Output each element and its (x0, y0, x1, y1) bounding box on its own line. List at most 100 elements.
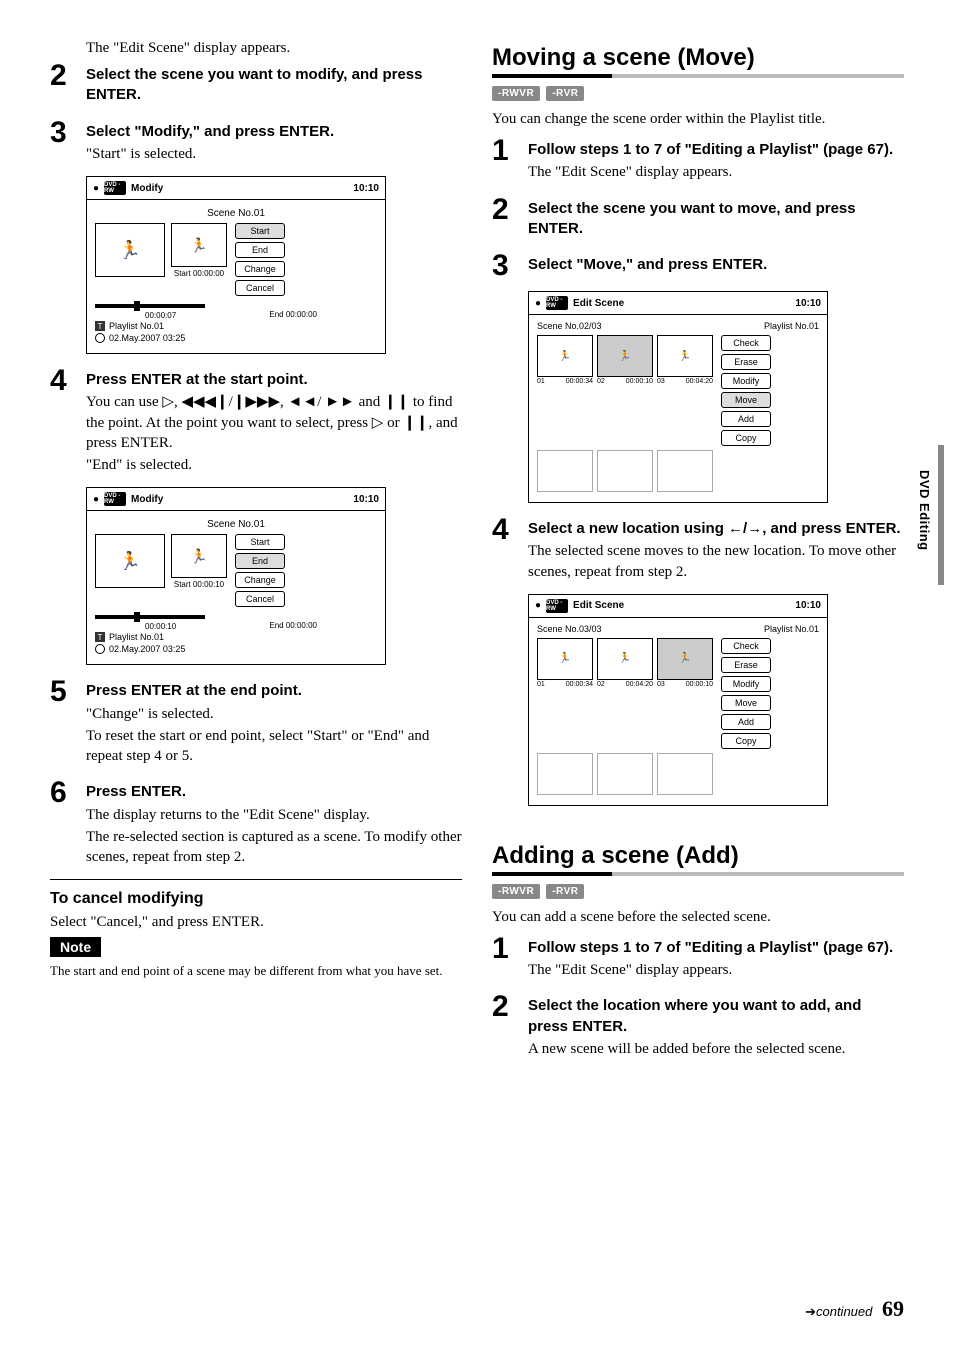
m-step-4-body: The selected scene moves to the new loca… (528, 541, 904, 582)
step-5-l1: "Change" is selected. (86, 704, 462, 724)
ssb-btn-erase[interactable]: Erase (721, 657, 771, 673)
divider (50, 879, 462, 880)
ssb-clock: 10:10 (795, 600, 821, 611)
ssa-thumb-1[interactable]: 🏃 (537, 335, 593, 377)
step-3-bold: Select "Modify," and press ENTER. (86, 122, 462, 142)
ssa-btn-add[interactable]: Add (721, 411, 771, 427)
ss1-timeline (95, 304, 205, 308)
ssa-btn-copy[interactable]: Copy (721, 430, 771, 446)
ssb-empty-1 (537, 753, 593, 795)
ssa-empty-1 (537, 450, 593, 492)
continued-label: continued (816, 1304, 872, 1319)
cancel-body: Select "Cancel," and press ENTER. (50, 914, 462, 931)
page-number: 69 (882, 1296, 904, 1321)
step-6-l1: The display returns to the "Edit Scene" … (86, 805, 462, 825)
ssb-sceneno: Scene No.03/03 (537, 624, 602, 634)
m-step-3-bold: Select "Move," and press ENTER. (528, 255, 904, 275)
a-step-1-body: The "Edit Scene" display appears. (528, 960, 904, 980)
step-4-num: 4 (50, 366, 86, 477)
ss1-btn-end[interactable]: End (235, 242, 285, 258)
m-step-2-bold: Select the scene you want to move, and p… (528, 199, 904, 240)
ss2-btn-start[interactable]: Start (235, 534, 285, 550)
heading-rule (492, 74, 904, 78)
ss1-btn-change[interactable]: Change (235, 261, 285, 277)
ssb-thumb-1[interactable]: 🏃 (537, 638, 593, 680)
ssa-empty-3 (657, 450, 713, 492)
ss1-btn-start[interactable]: Start (235, 223, 285, 239)
edit-scene-screen-a: ● DVD -RW Edit Scene 10:10 Scene No.02/0… (528, 291, 828, 503)
step-6-l2: The re-selected section is captured as a… (86, 827, 462, 868)
step-6-num: 6 (50, 778, 86, 869)
ssb-btn-check[interactable]: Check (721, 638, 771, 654)
ss1-btn-cancel[interactable]: Cancel (235, 280, 285, 296)
prev-icon: ◄◄ (288, 393, 318, 410)
ss1-end-label: End 00:00:00 (95, 310, 317, 319)
m-step-1-body: The "Edit Scene" display appears. (528, 162, 904, 182)
ss2-clock: 10:10 (353, 494, 379, 505)
title-icon: T (95, 321, 105, 331)
moving-intro: You can change the scene order within th… (492, 111, 904, 128)
step-4-bold: Press ENTER at the start point. (86, 370, 462, 390)
intro-text: The "Edit Scene" display appears. (86, 40, 462, 57)
ssb-thumb-2[interactable]: 🏃 (597, 638, 653, 680)
m-step-2-num: 2 (492, 195, 528, 242)
adding-heading: Adding a scene (Add) (492, 842, 904, 870)
ss1-thumb-main: 🏃 (95, 223, 165, 277)
modify-screen-1: ● DVD -RW Modify 10:10 Scene No.01 🏃 🏃 S… (86, 176, 386, 354)
ss2-start-label: Start 00:00:10 (171, 580, 227, 589)
rec-icon: ● (535, 298, 541, 309)
pause-icon: ❙❙ (384, 393, 409, 410)
ssa-pl: Playlist No.01 (764, 321, 819, 331)
cancel-heading: To cancel modifying (50, 890, 462, 908)
ssb-empty-2 (597, 753, 653, 795)
ss2-btn-end[interactable]: End (235, 553, 285, 569)
ssa-sceneno: Scene No.02/03 (537, 321, 602, 331)
step-5-num: 5 (50, 677, 86, 768)
ss2-date: 02.May.2007 03:25 (109, 644, 185, 654)
ss2-playlist: Playlist No.01 (109, 632, 164, 642)
ss1-date: 02.May.2007 03:25 (109, 333, 185, 343)
ss1-start-label: Start 00:00:00 (171, 269, 227, 278)
heading-rule (492, 872, 904, 876)
disc-icon: DVD -RW (104, 492, 126, 506)
a-step-2-num: 2 (492, 992, 528, 1061)
clock-icon (95, 333, 105, 343)
step-5-bold: Press ENTER at the end point. (86, 681, 462, 701)
ss1-thumb-start: 🏃 (171, 223, 227, 267)
ssb-btn-add[interactable]: Add (721, 714, 771, 730)
ssa-btn-erase[interactable]: Erase (721, 354, 771, 370)
ssb-btn-move[interactable]: Move (721, 695, 771, 711)
step-4-body: You can use ▷, ◀◀◀❙/❙▶▶▶, ◄◄/ ►► and ❙❙ … (86, 392, 462, 453)
ssa-empty-2 (597, 450, 653, 492)
ss2-btn-cancel[interactable]: Cancel (235, 591, 285, 607)
modify-screen-2: ● DVD -RW Modify 10:10 Scene No.01 🏃 🏃 S… (86, 487, 386, 665)
clock-icon (95, 644, 105, 654)
arrow-left-icon: ← (728, 520, 743, 537)
step-2-num: 2 (50, 61, 86, 108)
ssa-btn-modify[interactable]: Modify (721, 373, 771, 389)
play-icon-2: ▷ (372, 414, 384, 431)
step-3-body: "Start" is selected. (86, 144, 462, 164)
ssa-thumb-2[interactable]: 🏃 (597, 335, 653, 377)
badge-rvr: -RVR (546, 86, 584, 101)
ssb-btn-copy[interactable]: Copy (721, 733, 771, 749)
ss2-end-label: End 00:00:00 (95, 621, 317, 630)
note-body: The start and end point of a scene may b… (50, 963, 462, 979)
ssa-btn-move[interactable]: Move (721, 392, 771, 408)
disc-icon: DVD -RW (546, 599, 568, 613)
ss2-timeline (95, 615, 205, 619)
disc-icon: DVD -RW (546, 296, 568, 310)
badge-rwvr: -RWVR (492, 884, 540, 899)
a-step-1-num: 1 (492, 934, 528, 983)
disc-icon: DVD -RW (104, 181, 126, 195)
ssb-btn-modify[interactable]: Modify (721, 676, 771, 692)
ssa-btn-check[interactable]: Check (721, 335, 771, 351)
ssa-thumb-3[interactable]: 🏃 (657, 335, 713, 377)
ss2-title: Modify (131, 494, 163, 505)
pause-icon-2: ❙❙ (403, 414, 428, 431)
ss2-btn-change[interactable]: Change (235, 572, 285, 588)
ssb-thumb-3[interactable]: 🏃 (657, 638, 713, 680)
ssb-pl: Playlist No.01 (764, 624, 819, 634)
arrow-right-icon: → (747, 520, 762, 537)
step-6-bold: Press ENTER. (86, 782, 462, 802)
